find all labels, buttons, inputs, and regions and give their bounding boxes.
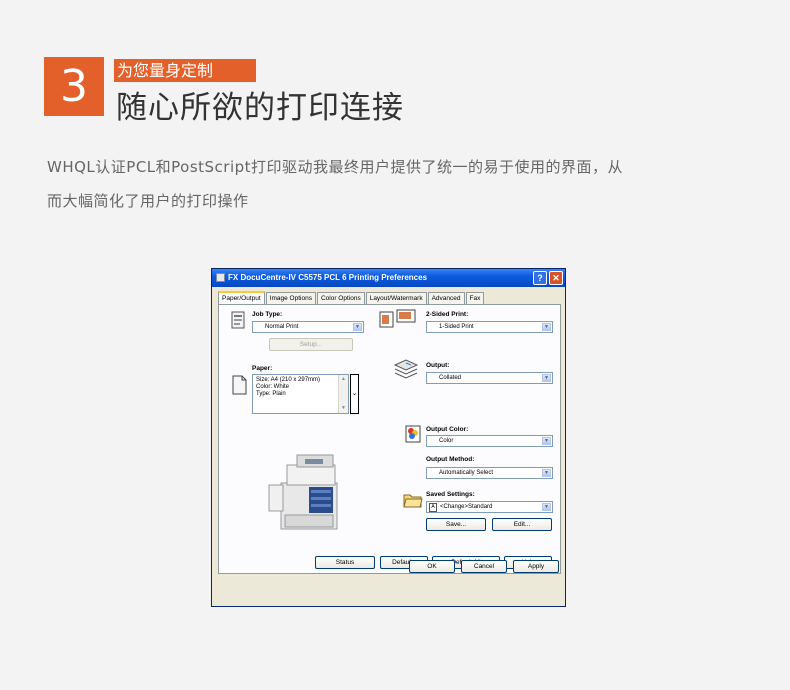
output-color-select[interactable]: Color ▼ [426, 435, 553, 447]
saved-settings-select[interactable]: A <Change>Standard ▼ [426, 501, 553, 513]
paper-label: Paper: [252, 365, 273, 372]
chevron-down-icon: ▼ [542, 503, 551, 511]
apply-button[interactable]: Apply [513, 560, 559, 573]
saved-settings-value: <Change>Standard [440, 504, 493, 510]
printing-preferences-dialog: FX DocuCentre-IV C5575 PCL 6 Printing Pr… [211, 268, 566, 607]
chevron-down-icon: ⌄ [351, 390, 358, 397]
ok-button[interactable]: OK [409, 560, 455, 573]
tab-image-options[interactable]: Image Options [265, 292, 316, 304]
tab-layout-watermark[interactable]: Layout/Watermark [365, 292, 427, 304]
tab-paper-output[interactable]: Paper/Output [218, 291, 265, 305]
chevron-down-icon: ▼ [542, 437, 551, 445]
section-tag: 为您量身定制 [114, 59, 256, 82]
cancel-button[interactable]: Cancel [461, 560, 507, 573]
color-palette-icon [405, 425, 421, 443]
output-select[interactable]: Collated ▼ [426, 372, 553, 384]
scroll-down-icon[interactable]: ▼ [340, 405, 347, 412]
output-stack-icon [393, 359, 419, 379]
printer-illustration-icon [268, 454, 338, 530]
paper-icon [232, 375, 247, 395]
description: WHQL认证PCL和PostScript打印驱动我最终用户提供了统一的易于使用的… [47, 150, 727, 218]
chevron-down-icon: ▼ [542, 469, 551, 477]
chevron-down-icon: ▼ [353, 323, 362, 331]
dialog-title: FX DocuCentre-IV C5575 PCL 6 Printing Pr… [228, 273, 428, 282]
tab-fax[interactable]: Fax [465, 292, 485, 304]
output-value: Collated [439, 375, 462, 381]
output-method-value: Automatically Select [439, 470, 494, 476]
job-type-label: Job Type: [252, 311, 283, 318]
help-title-button[interactable]: ? [533, 271, 547, 285]
chevron-down-icon: ▼ [542, 374, 551, 382]
tab-advanced[interactable]: Advanced [427, 292, 465, 304]
output-color-label: Output Color: [426, 426, 469, 433]
paper-output-panel: Job Type: Normal Print ▼ Setup... Paper:… [218, 304, 561, 574]
two-sided-value: 1-Sided Print [439, 324, 474, 330]
output-method-label: Output Method: [426, 456, 475, 463]
edit-button[interactable]: Edit... [492, 518, 552, 531]
setup-button[interactable]: Setup... [269, 338, 353, 351]
output-method-select[interactable]: Automatically Select ▼ [426, 467, 553, 479]
paper-dropdown-button[interactable]: ⌄ [350, 374, 359, 414]
saved-settings-label: Saved Settings: [426, 491, 475, 498]
two-sided-icon [379, 309, 416, 328]
job-type-value: Normal Print [265, 324, 299, 330]
description-line-2: 而大幅简化了用户的打印操作 [47, 192, 249, 210]
output-color-value: Color [439, 438, 454, 444]
dialog-titlebar[interactable]: FX DocuCentre-IV C5575 PCL 6 Printing Pr… [212, 269, 565, 287]
saved-settings-badge: A [429, 503, 437, 512]
job-type-select[interactable]: Normal Print ▼ [252, 321, 364, 333]
paper-type: Type: Plain [256, 391, 286, 397]
status-button[interactable]: Status [315, 556, 375, 569]
scroll-up-icon[interactable]: ▲ [340, 376, 347, 383]
folder-icon [403, 494, 423, 508]
two-sided-label: 2-Sided Print: [426, 311, 469, 318]
page-title: 随心所欲的打印连接 [116, 90, 404, 126]
save-button[interactable]: Save... [426, 518, 486, 531]
chevron-down-icon: ▼ [542, 323, 551, 331]
output-label: Output: [426, 362, 450, 369]
paper-size: Size: A4 (210 x 297mm) [256, 377, 321, 383]
description-line-1: WHQL认证PCL和PostScript打印驱动我最终用户提供了统一的易于使用的… [47, 158, 624, 176]
paper-info-list[interactable]: Size: A4 (210 x 297mm) Color: White Type… [252, 374, 349, 414]
step-number: 3 [44, 57, 104, 116]
tab-bar: Paper/Output Image Options Color Options… [218, 291, 485, 305]
job-type-icon [231, 311, 245, 329]
printer-icon [216, 273, 225, 282]
paper-color: Color: White [256, 384, 290, 390]
close-button[interactable]: ✕ [549, 271, 563, 285]
scrollbar[interactable]: ▲ ▼ [338, 375, 348, 413]
two-sided-select[interactable]: 1-Sided Print ▼ [426, 321, 553, 333]
tab-color-options[interactable]: Color Options [316, 292, 365, 304]
